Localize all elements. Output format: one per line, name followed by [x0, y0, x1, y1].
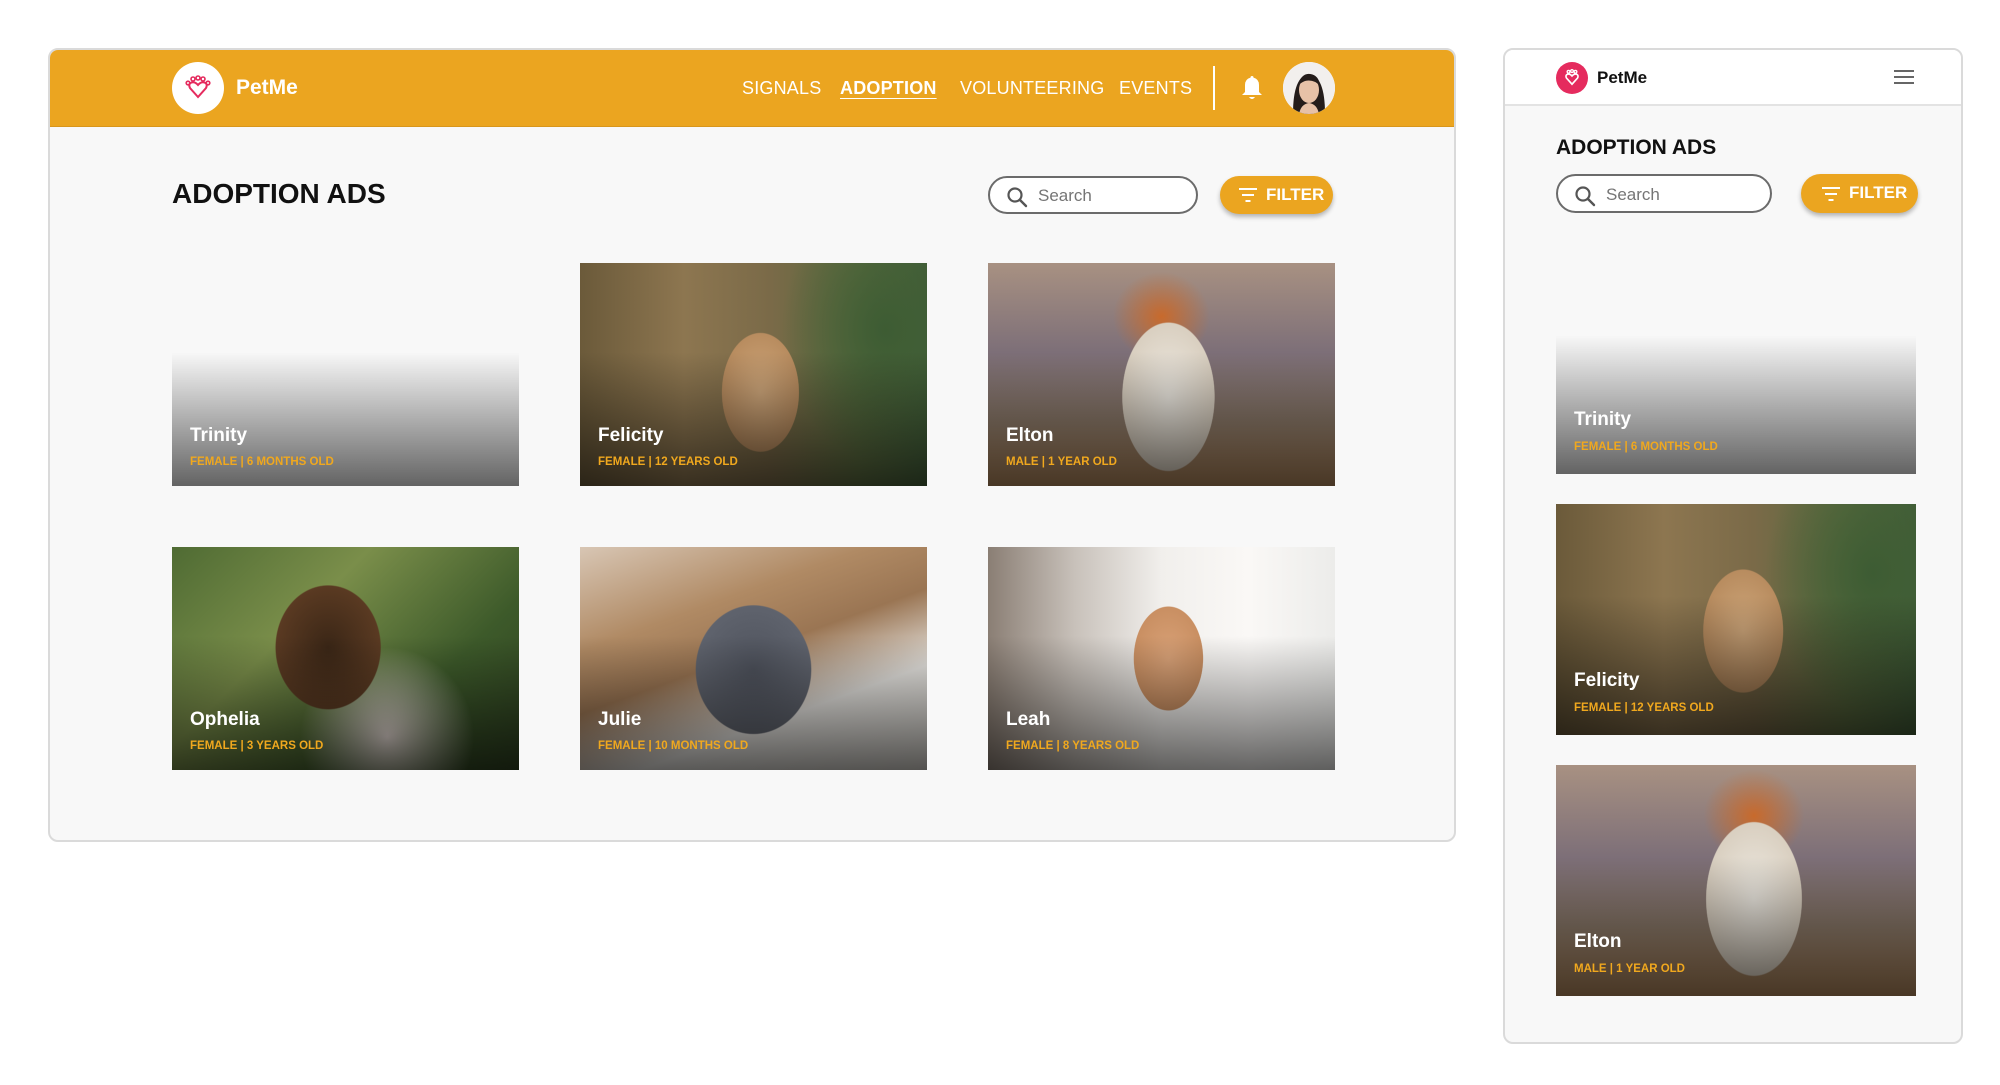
paw-heart-icon — [1565, 69, 1579, 86]
brand-name: PetMe — [236, 76, 298, 99]
desktop-frame: PetMe SIGNALS ADOPTION VOLUNTEERING EVEN… — [48, 48, 1456, 842]
pet-meta: FEMALE | 8 YEARS OLD — [1006, 740, 1140, 752]
filter-icon — [1239, 188, 1257, 202]
user-avatar[interactable] — [1283, 62, 1335, 114]
pet-meta: FEMALE | 12 YEARS OLD — [598, 456, 738, 468]
pet-name: Trinity — [1574, 409, 1632, 430]
pet-name: Trinity — [190, 425, 248, 446]
paw-heart-icon — [185, 75, 211, 99]
top-navbar: PetMe SIGNALS ADOPTION VOLUNTEERING EVEN… — [50, 50, 1454, 127]
pet-meta: FEMALE | 3 YEARS OLD — [190, 740, 324, 752]
filter-label: FILTER — [1849, 183, 1908, 202]
filter-icon — [1822, 187, 1840, 201]
pet-card-ophelia[interactable]: Ophelia FEMALE | 3 YEARS OLD — [172, 547, 519, 770]
search-box[interactable] — [1556, 174, 1772, 213]
pet-name: Elton — [1574, 931, 1622, 952]
pet-meta: MALE | 1 YEAR OLD — [1574, 963, 1685, 975]
search-icon — [1575, 186, 1596, 207]
filter-button[interactable]: FILTER — [1220, 176, 1333, 214]
pet-name: Felicity — [1574, 670, 1640, 691]
pet-meta: FEMALE | 6 MONTHS OLD — [190, 456, 334, 468]
search-input[interactable] — [1606, 184, 1766, 206]
pet-name: Julie — [598, 709, 642, 730]
pet-meta: FEMALE | 10 MONTHS OLD — [598, 740, 749, 752]
pet-name: Felicity — [598, 425, 664, 446]
pet-name: Ophelia — [190, 709, 260, 730]
mobile-header: PetMe — [1505, 50, 1961, 106]
pet-card-felicity[interactable]: Felicity FEMALE | 12 YEARS OLD — [1556, 504, 1916, 735]
logo[interactable] — [1556, 62, 1588, 94]
pet-card-julie[interactable]: Julie FEMALE | 10 MONTHS OLD — [580, 547, 927, 770]
filter-label: FILTER — [1266, 185, 1325, 204]
bell-icon[interactable] — [1240, 74, 1264, 102]
pet-name: Elton — [1006, 425, 1054, 446]
hamburger-menu-icon[interactable] — [1893, 68, 1915, 86]
page-title: ADOPTION ADS — [1556, 136, 1717, 159]
brand-name: PetMe — [1597, 68, 1648, 87]
page-title: ADOPTION ADS — [172, 178, 386, 209]
filter-button[interactable]: FILTER — [1801, 174, 1918, 213]
pet-card-elton[interactable]: Elton MALE | 1 YEAR OLD — [1556, 765, 1916, 996]
nav-item-volunteering[interactable]: VOLUNTEERING — [960, 78, 1104, 99]
nav-item-adoption[interactable]: ADOPTION — [840, 78, 937, 99]
nav-divider — [1213, 66, 1215, 110]
pet-meta: FEMALE | 6 MONTHS OLD — [1574, 441, 1718, 453]
pet-card-felicity[interactable]: Felicity FEMALE | 12 YEARS OLD — [580, 263, 927, 486]
pet-meta: MALE | 1 YEAR OLD — [1006, 456, 1117, 468]
search-input[interactable] — [1038, 185, 1188, 207]
search-icon — [1007, 187, 1028, 208]
logo[interactable] — [172, 62, 224, 114]
pet-card-trinity[interactable]: Trinity FEMALE | 6 MONTHS OLD — [172, 263, 519, 486]
nav-item-events[interactable]: EVENTS — [1119, 78, 1192, 99]
nav-item-signals[interactable]: SIGNALS — [742, 78, 821, 99]
pet-name: Leah — [1006, 709, 1051, 730]
pet-meta: FEMALE | 12 YEARS OLD — [1574, 702, 1714, 714]
pet-card-trinity[interactable]: Trinity FEMALE | 6 MONTHS OLD — [1556, 243, 1916, 474]
search-box[interactable] — [988, 176, 1198, 214]
pet-card-leah[interactable]: Leah FEMALE | 8 YEARS OLD — [988, 547, 1335, 770]
pet-card-elton[interactable]: Elton MALE | 1 YEAR OLD — [988, 263, 1335, 486]
mobile-frame: PetMe ADOPTION ADS FILTER Trinity FEMALE… — [1503, 48, 1963, 1044]
